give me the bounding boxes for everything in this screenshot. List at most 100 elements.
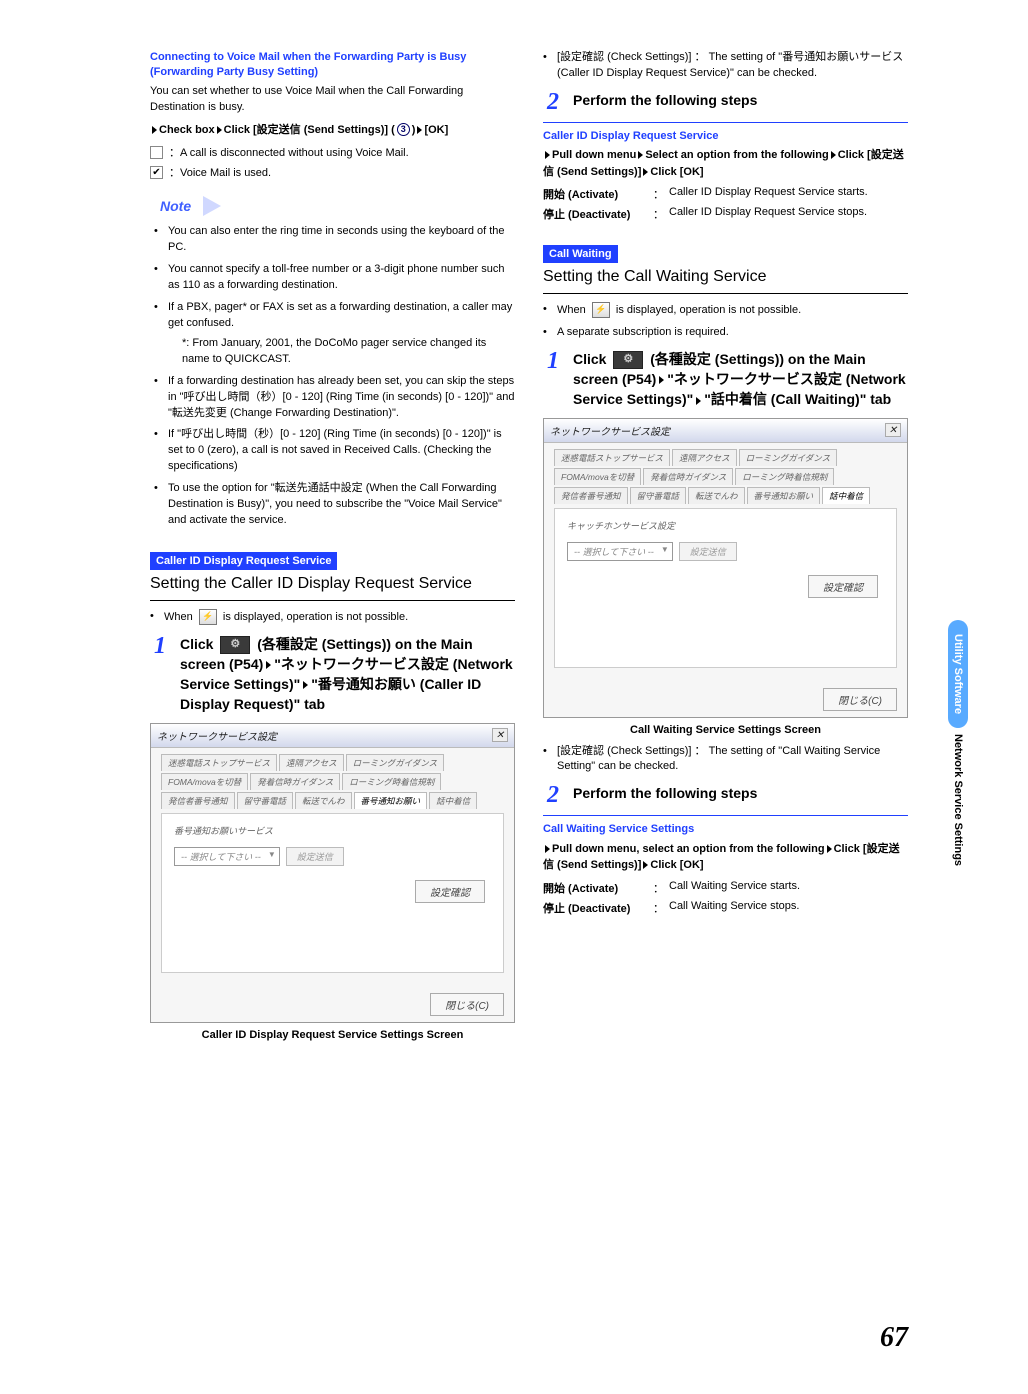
note-item: •You cannot specify a toll-free number o…: [154, 262, 515, 294]
check-row: 設定確認: [567, 575, 884, 598]
note-badge: Note: [150, 194, 209, 218]
section-title: Setting the Caller ID Display Request Se…: [150, 570, 515, 601]
act-c: ): [412, 124, 416, 136]
panel-legend: 番号通知お願いサービス: [174, 824, 491, 837]
arrow-icon: [827, 845, 832, 853]
note-item: •If a PBX, pager* or FAX is set as a for…: [154, 300, 515, 332]
step-text: Perform the following steps: [573, 90, 908, 110]
settings-gear-icon: ⚙: [220, 636, 250, 654]
call-waiting-settings-screenshot: ネットワークサービス設定 ✕ 迷惑電話ストップサービス 遠隔アクセス ローミング…: [543, 418, 908, 718]
tab[interactable]: ローミングガイダンス: [739, 449, 838, 466]
step-number: 2: [543, 783, 563, 807]
act-a: Check box: [159, 124, 215, 136]
tab[interactable]: 発着信時ガイダンス: [250, 773, 340, 790]
panel: 番号通知お願いサービス -- 選択して下さい -- 設定送信 設定確認: [161, 813, 504, 973]
tab-active[interactable]: 番号通知お願い: [354, 792, 428, 809]
note-text: You can also enter the ring time in seco…: [168, 224, 515, 256]
arrow-icon: [266, 661, 271, 669]
send-settings-button[interactable]: 設定送信: [679, 542, 737, 561]
close-icon[interactable]: ✕: [492, 728, 508, 742]
def-deactivate: 停止 (Deactivate)：Caller ID Display Reques…: [543, 206, 908, 222]
tab[interactable]: 番号通知お願い: [747, 487, 821, 504]
tab[interactable]: ローミングガイダンス: [346, 754, 445, 771]
intro-text: You can set whether to use Voice Mail wh…: [150, 84, 515, 116]
control-row: -- 選択して下さい -- 設定送信: [174, 847, 491, 866]
section-tag: Caller ID Display Request Service: [150, 552, 337, 570]
desc: Caller ID Display Request Service starts…: [669, 186, 868, 202]
def-activate-2: 開始 (Activate)：Call Waiting Service start…: [543, 880, 908, 896]
tab[interactable]: FOMA/movaを切替: [161, 773, 248, 790]
tab[interactable]: 発信者番号通知: [161, 792, 235, 809]
check-row: 設定確認: [174, 880, 491, 903]
tab[interactable]: 発着信時ガイダンス: [643, 468, 733, 485]
act-b: Click [設定送信 (Send Settings)] (: [224, 124, 395, 136]
note-text: To use the option for "転送先通話中設定 (When th…: [168, 481, 515, 529]
arrow-icon: [545, 151, 550, 159]
tab[interactable]: 転送でんわ: [295, 792, 352, 809]
section-title: Setting the Call Waiting Service: [543, 263, 908, 294]
tab[interactable]: ローミング時着信規制: [342, 773, 441, 790]
close-icon[interactable]: ✕: [885, 423, 901, 437]
arrow-icon: [152, 126, 157, 134]
close-button[interactable]: 閉じる(C): [823, 688, 897, 711]
footer-row: 閉じる(C): [823, 688, 897, 711]
arrow-icon: [417, 126, 422, 134]
close-button[interactable]: 閉じる(C): [430, 993, 504, 1016]
tab[interactable]: 迷惑電話ストップサービス: [161, 754, 277, 771]
when-b: is displayed, operation is not possible.: [223, 611, 408, 623]
note-text: If a forwarding destination has already …: [168, 374, 515, 422]
checkbox-unchecked-icon: [150, 146, 163, 159]
a1: Pull down menu: [552, 149, 636, 161]
step-number: 1: [543, 349, 563, 373]
check-settings-note: •[設定確認 (Check Settings)] ： The setting o…: [543, 744, 908, 776]
arrow-icon: [545, 845, 550, 853]
note-text: [設定確認 (Check Settings)] ： The setting of…: [557, 744, 908, 776]
arrow-icon: [303, 681, 308, 689]
note-item: •If a forwarding destination has already…: [154, 374, 515, 422]
pulldown-action: Pull down menuSelect an option from the …: [543, 147, 908, 180]
def-deactivate-2: 停止 (Deactivate)：Call Waiting Service sto…: [543, 900, 908, 916]
tab[interactable]: 発信者番号通知: [554, 487, 628, 504]
subscription-note: •A separate subscription is required.: [543, 325, 908, 341]
checkbox-action: Check boxClick [設定送信 (Send Settings)] (3…: [150, 122, 515, 139]
panel: キャッチホンサービス設定 -- 選択して下さい -- 設定送信 設定確認: [554, 508, 897, 668]
tab[interactable]: 話中着信: [429, 792, 477, 809]
option-select[interactable]: -- 選択して下さい --: [567, 542, 673, 561]
note-text: [設定確認 (Check Settings)] ： The setting of…: [557, 50, 908, 82]
tab-active[interactable]: 話中着信: [822, 487, 870, 504]
left-column: Connecting to Voice Mail when the Forwar…: [150, 50, 515, 1049]
subsection-heading: Call Waiting Service Settings: [543, 822, 908, 837]
call-waiting-section: Call Waiting Setting the Call Waiting Se…: [543, 244, 908, 916]
panel-legend: キャッチホンサービス設定: [567, 519, 884, 532]
option-select[interactable]: -- 選択して下さい --: [174, 847, 280, 866]
send-settings-button[interactable]: 設定送信: [286, 847, 344, 866]
note-subtext: *: From January, 2001, the DoCoMo pager …: [154, 336, 515, 368]
arrow-icon: [643, 168, 648, 176]
check-settings-button[interactable]: 設定確認: [415, 880, 485, 903]
tab[interactable]: 転送でんわ: [688, 487, 745, 504]
tab[interactable]: FOMA/movaを切替: [554, 468, 641, 485]
step-2: 2 Perform the following steps: [543, 90, 908, 114]
step-number: 2: [543, 90, 563, 114]
tab[interactable]: 遠隔アクセス: [672, 449, 737, 466]
arrow-icon: [659, 376, 664, 384]
desc: Caller ID Display Request Service stops.: [669, 206, 867, 222]
cb-text-0: ：A call is disconnected without using Vo…: [169, 144, 409, 160]
tab[interactable]: 留守番電話: [630, 487, 687, 504]
side-pill-label: Utility Software: [948, 620, 968, 728]
check-settings-button[interactable]: 設定確認: [808, 575, 878, 598]
note-item: •If "呼び出し時間（秒）[0 - 120] (Ring Time (in s…: [154, 427, 515, 475]
tab[interactable]: ローミング時着信規制: [735, 468, 834, 485]
w-b: is displayed, operation is not possible.: [616, 304, 801, 316]
page: Connecting to Voice Mail when the Forwar…: [0, 0, 1028, 1089]
divider: [543, 122, 908, 123]
window-title: ネットワークサービス設定: [550, 423, 670, 438]
tab[interactable]: 遠隔アクセス: [279, 754, 344, 771]
note-list: •You can also enter the ring time in sec…: [150, 224, 515, 529]
tab[interactable]: 留守番電話: [237, 792, 294, 809]
checkbox-checked-row: ✔ ：Voice Mail is used.: [150, 164, 515, 180]
def-activate: 開始 (Activate)：Caller ID Display Request …: [543, 186, 908, 202]
caller-id-settings-screenshot: ネットワークサービス設定 ✕ 迷惑電話ストップサービス 遠隔アクセス ローミング…: [150, 723, 515, 1023]
tab[interactable]: 迷惑電話ストップサービス: [554, 449, 670, 466]
page-number: 67: [880, 1322, 908, 1354]
